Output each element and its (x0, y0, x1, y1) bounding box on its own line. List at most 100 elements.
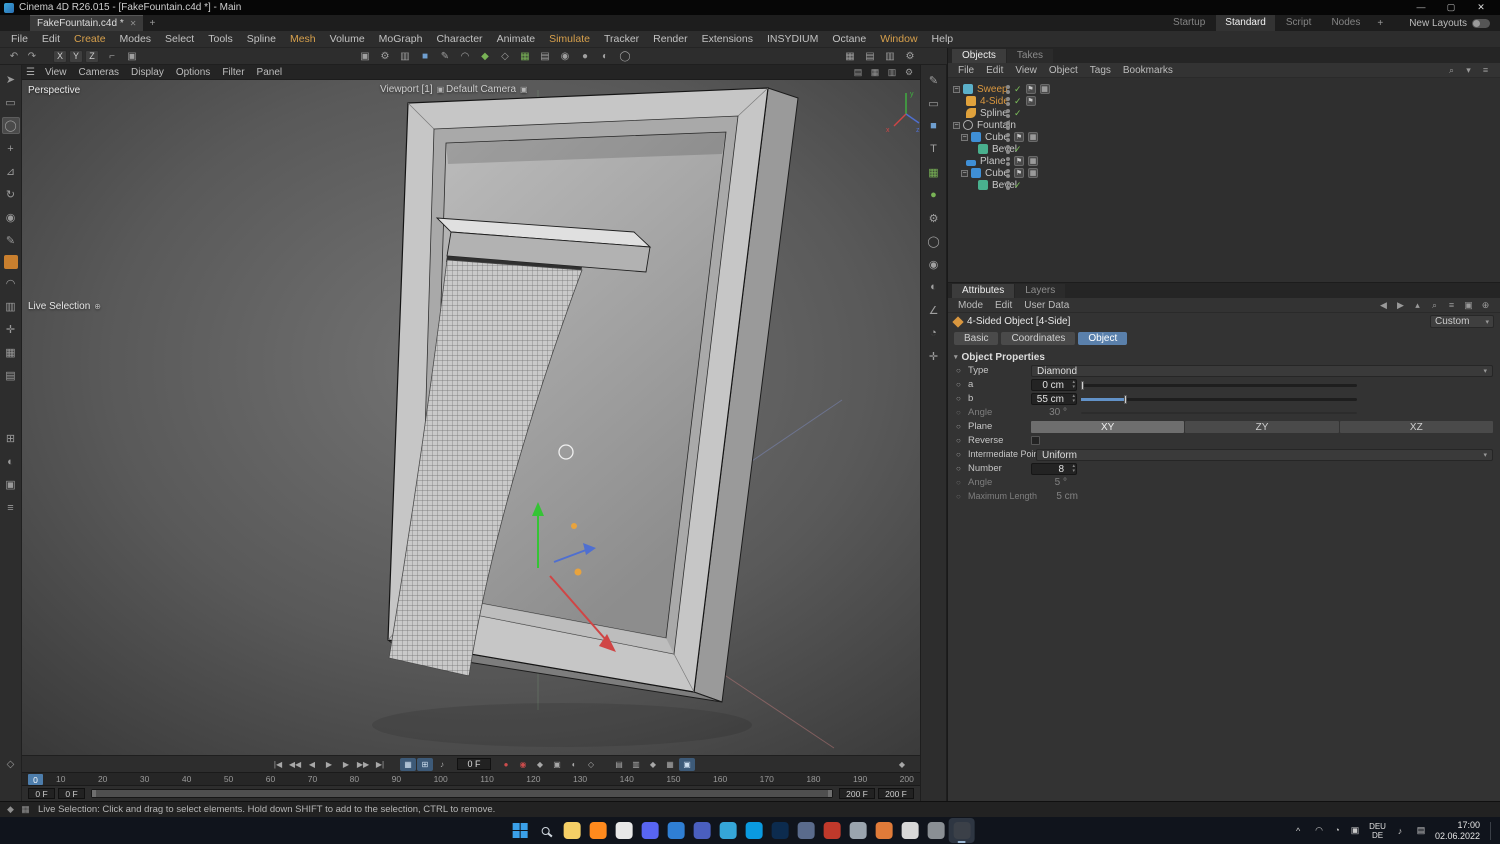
attr-forward-icon[interactable]: ▶ (1394, 299, 1407, 311)
attr-parent-icon[interactable]: ▴ (1411, 299, 1424, 311)
taskbar-edge-icon[interactable] (663, 818, 689, 843)
attr-menu-edit[interactable]: Edit (989, 300, 1018, 311)
om-menu-bookmarks[interactable]: Bookmarks (1117, 65, 1179, 76)
playhead[interactable]: 0 (28, 774, 43, 785)
taskbar-photoshop-icon[interactable] (767, 818, 793, 843)
scale-tool-icon[interactable]: ⊿ (2, 163, 20, 180)
a-slider[interactable] (1081, 381, 1357, 390)
snapshot-icon[interactable]: ▦ (662, 758, 678, 771)
spline-pen-icon[interactable]: ✎ (924, 71, 944, 89)
last-tool-icon[interactable]: ◉ (2, 209, 20, 226)
primitive-cube-icon[interactable]: ■ (416, 49, 434, 64)
deformer-icon[interactable]: ▤ (536, 49, 554, 64)
marker-icon[interactable]: ◆ (645, 758, 661, 771)
tray-shield-icon[interactable]: ▣ (1348, 825, 1362, 836)
taskbar-search-button[interactable] (533, 818, 559, 843)
taskbar-discord-icon[interactable] (637, 818, 663, 843)
taskbar-onedrive-icon[interactable] (715, 818, 741, 843)
subdivision-surface-icon[interactable]: ◆ (476, 49, 494, 64)
render-settings-icon[interactable]: ⚙ (376, 49, 394, 64)
enable-check-icon[interactable]: ✓ (1014, 108, 1022, 119)
minimize-button[interactable]: — (1406, 2, 1436, 13)
lock-view-icon[interactable]: ▣ (2, 476, 20, 493)
menu-octane[interactable]: Octane (825, 33, 873, 45)
taskbar-octane-icon[interactable] (923, 818, 949, 843)
material-ball-icon[interactable]: ◯ (616, 49, 634, 64)
rotate-tool-icon[interactable]: ↻ (2, 186, 20, 203)
range-slider[interactable] (91, 789, 833, 798)
generator-icon[interactable]: ◇ (496, 49, 514, 64)
simulation-icon[interactable]: ● (924, 186, 944, 204)
menu-window[interactable]: Window (873, 33, 924, 45)
keyframe-circle-icon[interactable]: ○ (956, 422, 961, 431)
prev-key-button[interactable]: ◀◀ (287, 758, 303, 771)
visibility-dots[interactable] (1006, 84, 1010, 94)
section-tab-object[interactable]: Object (1078, 331, 1128, 345)
tree-row-spline[interactable]: Spline ✓ (948, 107, 1500, 119)
menu-modes[interactable]: Modes (113, 33, 159, 45)
plane-zy-button[interactable]: ZY (1185, 421, 1339, 433)
layout-tab-nodes[interactable]: Nodes (1322, 15, 1369, 31)
visibility-dots[interactable] (1006, 108, 1010, 118)
range-start-field[interactable]: 0 F (58, 788, 85, 799)
visibility-dots[interactable] (1006, 96, 1010, 106)
display-mode-icon[interactable]: ▦ (841, 49, 859, 64)
sound-toggle[interactable]: ♪ (434, 758, 450, 771)
attr-search-icon[interactable]: ⌕ (1428, 299, 1441, 311)
taskbar-blender-icon[interactable] (871, 818, 897, 843)
visibility-dots[interactable] (1006, 144, 1010, 154)
tab-attributes[interactable]: Attributes (952, 284, 1015, 298)
attr-filter-icon[interactable]: ≡ (1445, 299, 1458, 311)
axis-x-button[interactable]: X (53, 49, 67, 63)
tray-network-icon[interactable]: ◠ (1312, 825, 1326, 836)
collapse-icon[interactable]: − (953, 121, 960, 129)
tree-row-cube1[interactable]: − Cube ⚑ ▦ (948, 131, 1500, 143)
layout-tab-standard[interactable]: Standard (1216, 15, 1275, 31)
new-layouts-toggle[interactable] (1472, 18, 1490, 28)
snap-icon[interactable]: ▦ (2, 344, 20, 361)
number-value-field[interactable]: 8 ▴ ▾ (1031, 463, 1077, 475)
axis-y-button[interactable]: Y (69, 49, 83, 63)
record-param-toggle[interactable]: ◇ (583, 758, 599, 771)
tree-row-sweep[interactable]: − Sweep ✓ ⚑ ▦ (948, 83, 1500, 95)
measure-icon[interactable]: ∠ (924, 301, 944, 319)
keyframe-selection-toggle[interactable]: ▦ (400, 757, 416, 771)
taskbar-acrobat-icon[interactable] (819, 818, 845, 843)
section-tab-coordinates[interactable]: Coordinates (1001, 331, 1076, 345)
axis-z-button[interactable]: Z (85, 49, 99, 63)
keyframe-presets-icon[interactable]: ▤ (611, 758, 627, 771)
keyframe-circle-icon[interactable]: ○ (956, 380, 961, 389)
add-layout-button[interactable]: + (1369, 18, 1391, 29)
texture-tag-icon[interactable]: ▦ (1028, 156, 1038, 166)
tab-layers[interactable]: Layers (1015, 284, 1066, 298)
tree-row-plane[interactable]: Plane ⚑ ▦ (948, 155, 1500, 167)
range-end-field[interactable]: 200 F (878, 788, 914, 799)
panel-toggle-icon[interactable]: ▥ (881, 49, 899, 64)
om-menu-tags[interactable]: Tags (1084, 65, 1117, 76)
keyframe-circle-icon[interactable]: ○ (956, 464, 961, 473)
tree-row-cube2[interactable]: − Cube ⚑ ▦ (948, 167, 1500, 179)
volume-icon[interactable]: ♪ (1393, 826, 1407, 836)
light-icon[interactable]: ◐ (596, 49, 614, 64)
a-value-field[interactable]: 0 cm ▴ ▾ (1031, 379, 1077, 391)
record-position-toggle[interactable]: ◆ (532, 758, 548, 771)
language-indicator[interactable]: DEU DE (1369, 822, 1386, 840)
array-icon[interactable]: ▦ (516, 49, 534, 64)
menu-render[interactable]: Render (646, 33, 694, 45)
om-menu-view[interactable]: View (1009, 65, 1043, 76)
vp-menu-view[interactable]: View (39, 67, 73, 78)
camera-icon[interactable]: ● (576, 49, 594, 64)
menu-mesh[interactable]: Mesh (283, 33, 323, 45)
plane-xy-button[interactable]: XY (1031, 421, 1185, 433)
pen-tool-icon[interactable]: ✎ (436, 49, 454, 64)
attr-new-icon[interactable]: ⊕ (1479, 299, 1492, 311)
gizmo-plane-handle[interactable] (574, 568, 582, 576)
viewport-canvas[interactable]: y x z Perspective Viewport [1] ▣ Default … (22, 80, 920, 755)
b-slider[interactable] (1081, 395, 1357, 404)
close-button[interactable]: ✕ (1466, 2, 1496, 13)
play-button[interactable]: ▶ (321, 758, 337, 771)
tree-row-bevel1[interactable]: Bevel ✓ (948, 143, 1500, 155)
coord-system-icon[interactable]: ⌐ (103, 49, 121, 64)
clock[interactable]: 17:00 02.06.2022 (1435, 820, 1480, 842)
menu-select[interactable]: Select (158, 33, 201, 45)
